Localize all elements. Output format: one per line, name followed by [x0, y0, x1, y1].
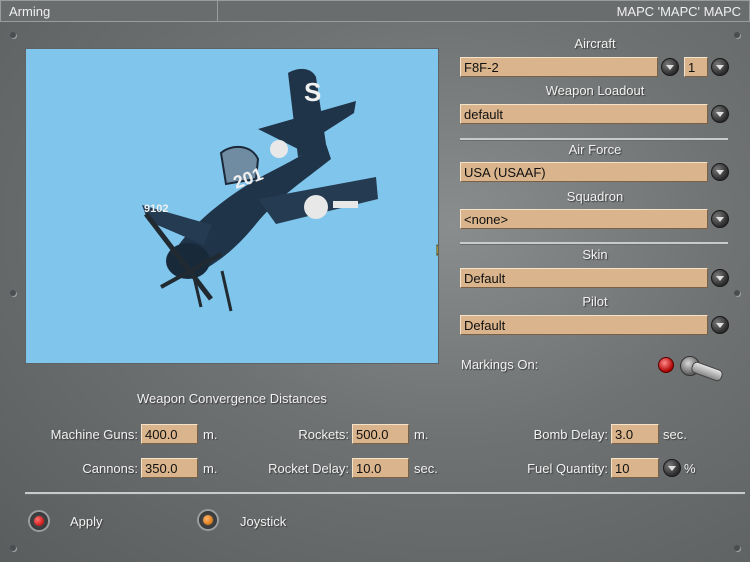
- air-force-select[interactable]: USA (USAAF): [460, 162, 708, 182]
- screen-title: Arming: [0, 0, 218, 22]
- markings-toggle[interactable]: [655, 350, 735, 383]
- machine-guns-unit: m.: [203, 427, 218, 442]
- cannons-unit: m.: [203, 461, 218, 476]
- joystick-label: Joystick: [240, 514, 287, 529]
- markings-label: Markings On:: [461, 357, 539, 372]
- pilot-select[interactable]: Default: [460, 315, 708, 335]
- bomb-delay-label: Bomb Delay:: [533, 427, 608, 442]
- pilot-label: Pilot: [582, 294, 608, 309]
- rivet-icon: [734, 290, 740, 296]
- footer-divider: [25, 492, 745, 494]
- skin-dropdown-icon[interactable]: [711, 269, 729, 287]
- machine-guns-input[interactable]: 400.0: [141, 424, 198, 444]
- squadron-dropdown-icon[interactable]: [711, 210, 729, 228]
- tail-code: S: [304, 77, 321, 107]
- bomb-delay-unit: sec.: [663, 427, 687, 442]
- apply-light-icon: [28, 510, 50, 532]
- bomb-delay-input[interactable]: 3.0: [611, 424, 659, 444]
- cannons-input[interactable]: 350.0: [141, 458, 198, 478]
- rocket-delay-input[interactable]: 10.0: [352, 458, 409, 478]
- aircraft-label: Aircraft: [574, 36, 616, 51]
- fuel-quantity-dropdown-icon[interactable]: [663, 459, 681, 477]
- squadron-select[interactable]: <none>: [460, 209, 708, 229]
- rockets-label: Rockets:: [298, 427, 349, 442]
- fuel-quantity-label: Fuel Quantity:: [527, 461, 608, 476]
- rivet-icon: [10, 32, 16, 38]
- weapon-loadout-select[interactable]: default: [460, 104, 708, 124]
- divider: [460, 242, 728, 244]
- pilot-dropdown-icon[interactable]: [711, 316, 729, 334]
- divider: [460, 138, 728, 140]
- convergence-title: Weapon Convergence Distances: [137, 391, 327, 406]
- side-number: 9102: [144, 203, 168, 215]
- mouse-cursor-icon: [436, 244, 438, 257]
- aircraft-count-field[interactable]: 1: [684, 57, 708, 77]
- rockets-input[interactable]: 500.0: [352, 424, 409, 444]
- aircraft-preview[interactable]: S 201 9102: [25, 48, 439, 364]
- cannons-label: Cannons:: [82, 461, 138, 476]
- toggle-lever-icon: [689, 360, 725, 383]
- aircraft-select[interactable]: F8F-2: [460, 57, 658, 77]
- rockets-unit: m.: [414, 427, 429, 442]
- skin-select[interactable]: Default: [460, 268, 708, 288]
- apply-button[interactable]: Apply: [28, 509, 148, 535]
- skin-label: Skin: [582, 247, 608, 262]
- weapon-loadout-label: Weapon Loadout: [545, 83, 645, 98]
- markings-indicator-icon: [658, 357, 674, 373]
- aircraft-dropdown-icon[interactable]: [661, 58, 679, 76]
- aircraft-image: S 201 9102: [142, 68, 378, 312]
- joystick-light-icon: [197, 509, 219, 531]
- count-dropdown-icon[interactable]: [711, 58, 729, 76]
- title-bar: Arming МАРС 'МАРС' МАРС: [0, 0, 750, 22]
- rivet-icon: [734, 545, 740, 551]
- fuel-quantity-unit: %: [684, 461, 696, 476]
- weapon-loadout-dropdown-icon[interactable]: [711, 105, 729, 123]
- squadron-label: Squadron: [566, 189, 624, 204]
- rivet-icon: [10, 290, 16, 296]
- apply-label: Apply: [70, 514, 103, 529]
- rocket-delay-unit: sec.: [414, 461, 438, 476]
- rivet-icon: [734, 32, 740, 38]
- fuel-quantity-select[interactable]: 10: [611, 458, 659, 478]
- air-force-label: Air Force: [568, 142, 622, 157]
- rocket-delay-label: Rocket Delay:: [268, 461, 349, 476]
- player-name: МАРС 'МАРС' МАРС: [218, 0, 750, 22]
- joystick-button[interactable]: Joystick: [197, 509, 317, 535]
- air-force-dropdown-icon[interactable]: [711, 163, 729, 181]
- rivet-icon: [10, 545, 16, 551]
- machine-guns-label: Machine Guns:: [50, 427, 138, 442]
